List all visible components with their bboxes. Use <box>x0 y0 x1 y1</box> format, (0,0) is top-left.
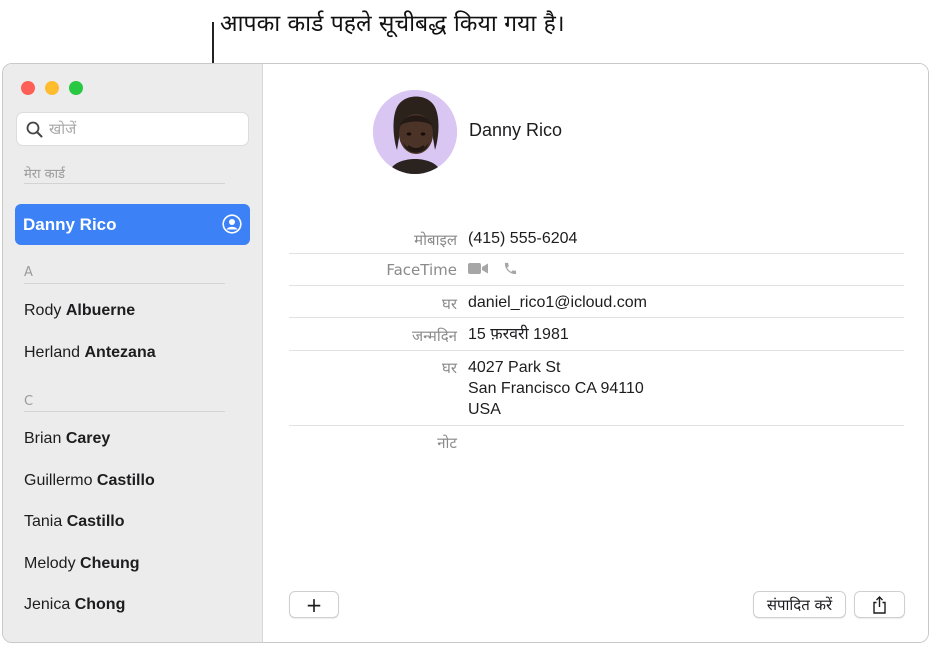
email-value[interactable]: daniel_rico1@icloud.com <box>468 292 647 313</box>
divider <box>24 411 225 412</box>
edit-button[interactable]: संपादित करें <box>753 591 846 618</box>
my-card-row[interactable]: Danny Rico <box>15 204 250 245</box>
birthday-value: 15 फ़रवरी 1981 <box>468 326 569 343</box>
contact-list-item[interactable]: Rody Albuerne <box>24 302 135 320</box>
address-label: घर <box>441 359 457 377</box>
divider <box>289 350 904 351</box>
contact-detail-pane: Danny Rico मोबाइल (415) 555-6204 FaceTim… <box>264 64 928 642</box>
contact-list-item[interactable]: Brian Carey <box>24 430 110 448</box>
facetime-actions <box>468 261 518 276</box>
memoji-avatar-icon <box>373 90 457 174</box>
email-label: घर <box>441 295 457 313</box>
maximize-button[interactable] <box>69 81 83 95</box>
search-icon <box>26 121 43 138</box>
contact-name: Danny Rico <box>469 120 563 140</box>
callout-text: आपका कार्ड पहले सूचीबद्ध किया गया है। <box>220 11 565 37</box>
close-button[interactable] <box>21 81 35 95</box>
contact-list-item[interactable]: Jenica Chong <box>24 596 125 614</box>
section-header-a: A <box>24 265 33 280</box>
divider <box>24 183 225 184</box>
address-line-1[interactable]: 4027 Park St <box>468 357 561 378</box>
video-camera-icon[interactable] <box>468 262 489 275</box>
my-card-name: Danny Rico <box>23 215 117 234</box>
my-card-icon <box>222 214 242 234</box>
mobile-value[interactable]: (415) 555-6204 <box>468 228 577 249</box>
mobile-label: मोबाइल <box>414 231 457 249</box>
divider <box>24 283 225 284</box>
my-card-section-header: मेरा कार्ड <box>24 167 65 182</box>
address-line-3[interactable]: USA <box>468 399 501 420</box>
sidebar: मेरा कार्ड Danny Rico A Rody Albuerne He… <box>3 64 263 642</box>
search-input[interactable] <box>49 118 239 140</box>
contact-list-item[interactable]: Tania Castillo <box>24 513 125 531</box>
share-button[interactable] <box>854 591 905 618</box>
note-label: नोट <box>437 434 457 452</box>
divider <box>289 285 904 286</box>
add-button[interactable]: + <box>289 591 339 618</box>
divider <box>289 425 904 426</box>
share-icon <box>873 595 886 614</box>
contact-list-item[interactable]: Herland Antezana <box>24 344 156 362</box>
section-header-c: C <box>24 394 34 409</box>
divider <box>289 317 904 318</box>
birthday-label: जन्मदिन <box>411 327 457 345</box>
address-line-2[interactable]: San Francisco CA 94110 <box>468 378 644 399</box>
phone-icon[interactable] <box>503 261 518 276</box>
search-field[interactable] <box>16 112 249 146</box>
minimize-button[interactable] <box>45 81 59 95</box>
contacts-window: मेरा कार्ड Danny Rico A Rody Albuerne He… <box>2 63 929 643</box>
contact-list-item[interactable]: Melody Cheung <box>24 555 140 573</box>
facetime-label: FaceTime <box>386 261 457 279</box>
avatar <box>373 90 457 174</box>
divider <box>289 253 904 254</box>
contact-list-item[interactable]: Guillermo Castillo <box>24 472 155 490</box>
